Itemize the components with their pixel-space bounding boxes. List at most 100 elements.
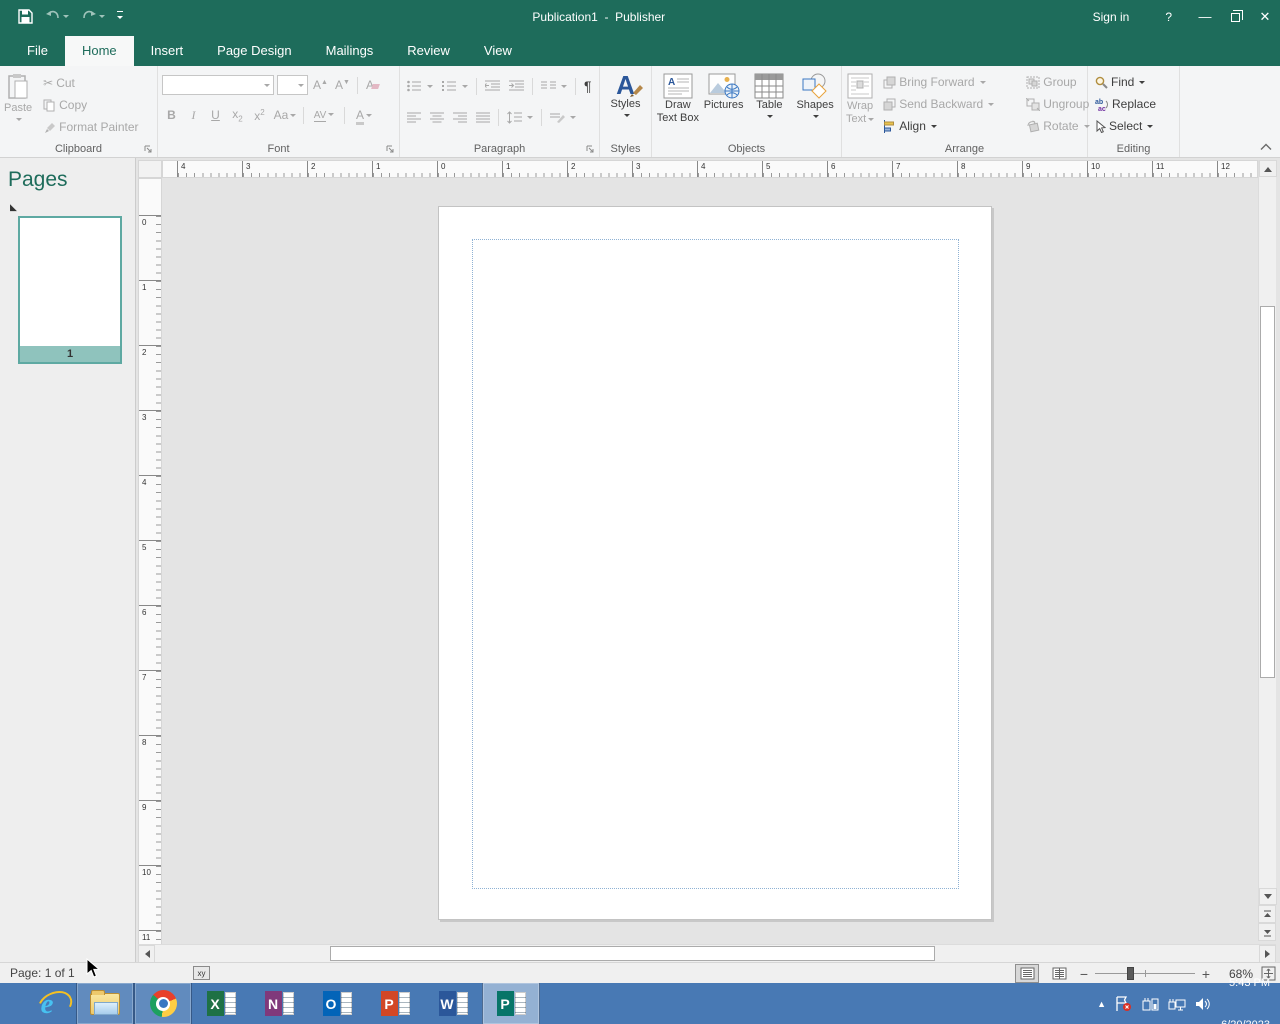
tab-insert[interactable]: Insert [134, 36, 201, 66]
minimize-button[interactable]: — [1190, 0, 1220, 33]
align-left-button[interactable] [404, 111, 424, 124]
two-page-view-button[interactable] [1047, 964, 1071, 983]
clear-formatting-button[interactable]: A [363, 78, 382, 92]
increase-indent-button[interactable] [506, 79, 527, 93]
redo-dropdown-caret[interactable] [99, 15, 105, 21]
align-right-button[interactable] [450, 111, 470, 124]
redo-button[interactable] [81, 10, 105, 23]
bring-forward-button[interactable]: Bring Forward [880, 71, 997, 93]
taskbar-item-powerpoint[interactable]: P [366, 983, 424, 1024]
decrease-indent-button[interactable] [482, 79, 503, 93]
table-button[interactable]: Table [748, 70, 792, 139]
publication-page[interactable] [438, 206, 992, 920]
clock[interactable]: 5:43 PM 6/20/2023 [1221, 948, 1270, 1024]
vertical-scrollbar-thumb[interactable] [1260, 306, 1275, 678]
font-color-button[interactable]: A [350, 108, 378, 122]
copy-button[interactable]: Copy [40, 94, 141, 116]
zoom-in-button[interactable]: + [1201, 966, 1211, 982]
horizontal-scrollbar[interactable] [138, 944, 1276, 962]
paragraph-dialog-launcher[interactable] [586, 145, 595, 154]
action-center-icon[interactable] [1115, 996, 1132, 1012]
pictures-button[interactable]: Pictures [702, 70, 746, 139]
battery-icon[interactable] [1141, 997, 1159, 1011]
draw-text-box-button[interactable]: A Draw Text Box [656, 70, 700, 139]
collapse-ribbon-button[interactable] [1260, 143, 1272, 151]
scroll-up-button[interactable] [1259, 160, 1277, 177]
undo-dropdown-caret[interactable] [63, 15, 69, 21]
numbering-button[interactable] [439, 79, 471, 93]
help-button[interactable]: ? [1147, 10, 1190, 24]
restore-button[interactable] [1220, 0, 1250, 33]
italic-button[interactable]: I [184, 108, 203, 123]
taskbar-item-chrome[interactable] [134, 983, 192, 1024]
tab-mailings[interactable]: Mailings [309, 36, 391, 66]
tab-file[interactable]: File [10, 36, 65, 66]
undo-button[interactable] [45, 10, 69, 23]
send-backward-button[interactable]: Send Backward [880, 93, 997, 115]
network-icon[interactable] [1168, 997, 1186, 1011]
shapes-button[interactable]: Shapes [793, 70, 837, 139]
next-page-button[interactable] [1258, 923, 1276, 941]
vertical-scrollbar[interactable] [1258, 160, 1276, 905]
rotate-button[interactable]: Rotate [1023, 115, 1092, 137]
horizontal-scrollbar-thumb[interactable] [330, 946, 935, 961]
align-objects-button[interactable]: Align [880, 115, 997, 137]
zoom-out-button[interactable]: − [1079, 966, 1089, 982]
justify-button[interactable] [473, 111, 493, 124]
font-dialog-launcher[interactable] [386, 145, 395, 154]
paste-button[interactable]: Paste [4, 70, 32, 139]
tab-review[interactable]: Review [390, 36, 467, 66]
superscript-button[interactable]: x2 [250, 108, 269, 123]
subscript-button[interactable]: x2 [228, 107, 247, 123]
horizontal-ruler[interactable]: 43210123456789101112 [162, 160, 1258, 178]
taskbar-item-outlook[interactable]: O [308, 983, 366, 1024]
volume-icon[interactable] [1195, 997, 1212, 1011]
taskbar-item-excel[interactable]: X [192, 983, 250, 1024]
pages-collapse-toggle[interactable]: ◣ [10, 202, 17, 213]
replace-button[interactable]: abac Replace [1092, 93, 1175, 115]
tab-view[interactable]: View [467, 36, 529, 66]
change-case-button[interactable]: Aa [272, 108, 298, 122]
tab-home[interactable]: Home [65, 36, 134, 66]
taskbar-item-onenote[interactable]: N [250, 983, 308, 1024]
taskbar-item-publisher[interactable]: P [482, 983, 540, 1024]
sign-in-link[interactable]: Sign in [1075, 10, 1148, 24]
taskbar-item-file-explorer[interactable] [76, 983, 134, 1024]
font-size-combobox[interactable] [277, 75, 308, 95]
align-center-button[interactable] [427, 111, 447, 124]
object-position-toggle[interactable]: xy [193, 966, 210, 980]
taskbar-item-word[interactable]: W [424, 983, 482, 1024]
page-indicator[interactable]: Page: 1 of 1 [10, 966, 75, 980]
paragraph-format-button[interactable] [547, 110, 579, 124]
character-spacing-button[interactable]: AV [309, 110, 339, 121]
close-button[interactable]: ✕ [1250, 0, 1280, 33]
wrap-text-button[interactable]: Wrap Text [846, 70, 874, 139]
bold-button[interactable]: B [162, 108, 181, 122]
zoom-slider[interactable] [1095, 973, 1195, 974]
tab-page-design[interactable]: Page Design [200, 36, 308, 66]
shrink-font-button[interactable]: A▼ [333, 78, 352, 92]
select-button[interactable]: Select [1092, 115, 1175, 137]
line-spacing-button[interactable] [504, 110, 536, 125]
ungroup-button[interactable]: Ungroup [1023, 93, 1092, 115]
group-button[interactable]: Group [1023, 71, 1092, 93]
clipboard-dialog-launcher[interactable] [144, 145, 153, 154]
save-button[interactable] [18, 9, 33, 24]
vertical-ruler[interactable]: 01234567891011 [138, 178, 162, 945]
styles-button[interactable]: A Styles [604, 70, 647, 120]
scroll-down-button[interactable] [1259, 888, 1277, 905]
show-special-characters-button[interactable]: ¶ [581, 77, 595, 95]
show-hidden-icons-button[interactable]: ▲ [1097, 999, 1106, 1009]
page-thumbnail[interactable]: 1 [18, 216, 122, 364]
columns-button[interactable] [538, 79, 570, 93]
previous-page-button[interactable] [1258, 905, 1276, 923]
bullets-button[interactable] [404, 79, 436, 93]
cut-button[interactable]: ✂ Cut [40, 72, 141, 94]
font-name-combobox[interactable] [162, 75, 274, 95]
single-page-view-button[interactable] [1015, 964, 1039, 983]
underline-button[interactable]: U [206, 108, 225, 122]
grow-font-button[interactable]: A▲ [311, 78, 330, 92]
scroll-left-button[interactable] [138, 945, 155, 963]
taskbar-item-internet-explorer[interactable]: e [18, 983, 76, 1024]
find-button[interactable]: Find [1092, 71, 1175, 93]
